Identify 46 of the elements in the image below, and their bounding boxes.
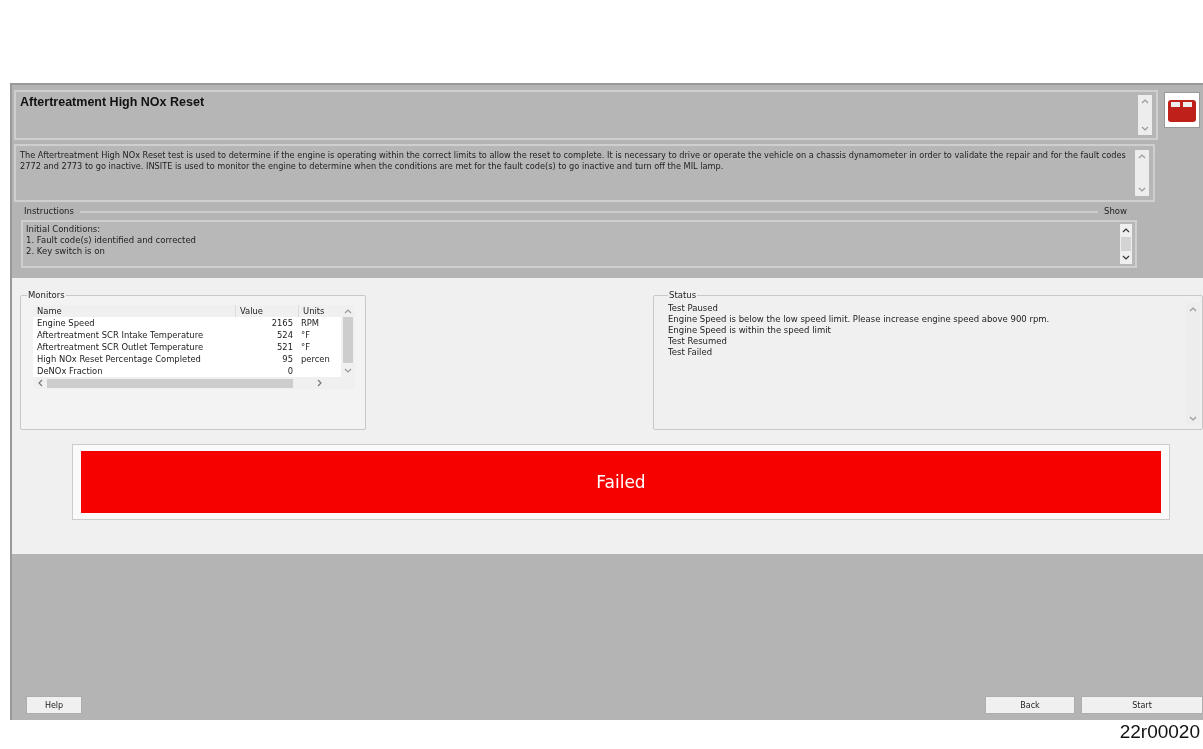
instruction-line: 1. Fault code(s) identified and corrected (26, 235, 197, 246)
table-cell-text: High NOx Reset Percentage Completed (36, 353, 202, 365)
instruction-line: 2. Key switch is on (26, 246, 106, 257)
status-line: Test Resumed (668, 336, 728, 347)
help-button[interactable]: Help (26, 696, 82, 714)
scrollbar[interactable] (1120, 224, 1132, 264)
table-cell-text: 524 (276, 329, 294, 341)
status-line: Test Failed (668, 347, 714, 358)
scroll-thumb[interactable] (343, 317, 353, 363)
table-cell-text: RPM (300, 317, 321, 329)
status-line: Test Paused (668, 303, 719, 314)
scroll-thumb[interactable] (1121, 237, 1131, 251)
description-text: The Aftertreatment High NOx Reset test is used to determine if the engine is operating within the correct limits to allow the reset to complete. It is necessary to drive or operate the vehicle on a chassis dynamometer in order to validate the repair and for the fault codes 2772 and 2773 to go inactive. INSITE is used to monitor the engine to determine when the conditions are met for the fault code(s) to go inactive and turn off the MIL lamp. (20, 150, 1127, 173)
scroll-down-icon[interactable] (1122, 255, 1130, 261)
table-cell-text: °F (300, 329, 311, 341)
column-header[interactable]: Units (298, 305, 341, 317)
instructions-label: Instructions (24, 206, 74, 217)
status-line: Engine Speed is below the low speed limit. Please increase engine speed above 900 rpm. (668, 314, 1051, 325)
engine-icon (1164, 92, 1200, 128)
table-cell-text: 521 (276, 341, 294, 353)
table-cell-text: 0 (286, 365, 294, 377)
window-title: Aftertreatment High NOx Reset (20, 95, 206, 111)
column-header[interactable]: Value (235, 305, 298, 317)
table-cell-text: Aftertreatment SCR Outlet Temperature (36, 341, 205, 353)
start-button[interactable]: Start (1081, 696, 1203, 714)
table-cell-text: Engine Speed (36, 317, 96, 329)
scroll-thumb[interactable] (47, 378, 293, 388)
table-cell-text: 2165 (270, 317, 294, 329)
status-line: Engine Speed is within the speed limit (668, 325, 832, 336)
scroll-up-icon[interactable] (1122, 227, 1130, 233)
instruction-line: Initial Conditions: (26, 224, 102, 235)
status-label: Status (668, 290, 698, 301)
table-cell-text: percen (300, 353, 331, 365)
table-cell-text: Aftertreatment SCR Intake Temperature (36, 329, 205, 341)
back-button[interactable]: Back (985, 696, 1075, 714)
scroll-right-icon[interactable] (317, 379, 323, 387)
table-cell-text: 95 (281, 353, 294, 365)
figure-id: 22r00020 (1119, 720, 1200, 744)
scroll-left-icon[interactable] (37, 379, 43, 387)
scrollbar[interactable] (341, 317, 355, 377)
table-cell-text: DeNOx Fraction (36, 365, 104, 377)
result-banner: Failed (81, 451, 1161, 513)
show-toggle[interactable]: Show (1104, 206, 1137, 217)
table-cell-text: °F (300, 341, 311, 353)
monitors-label: Monitors (27, 290, 66, 301)
column-header[interactable]: Name (33, 305, 235, 317)
